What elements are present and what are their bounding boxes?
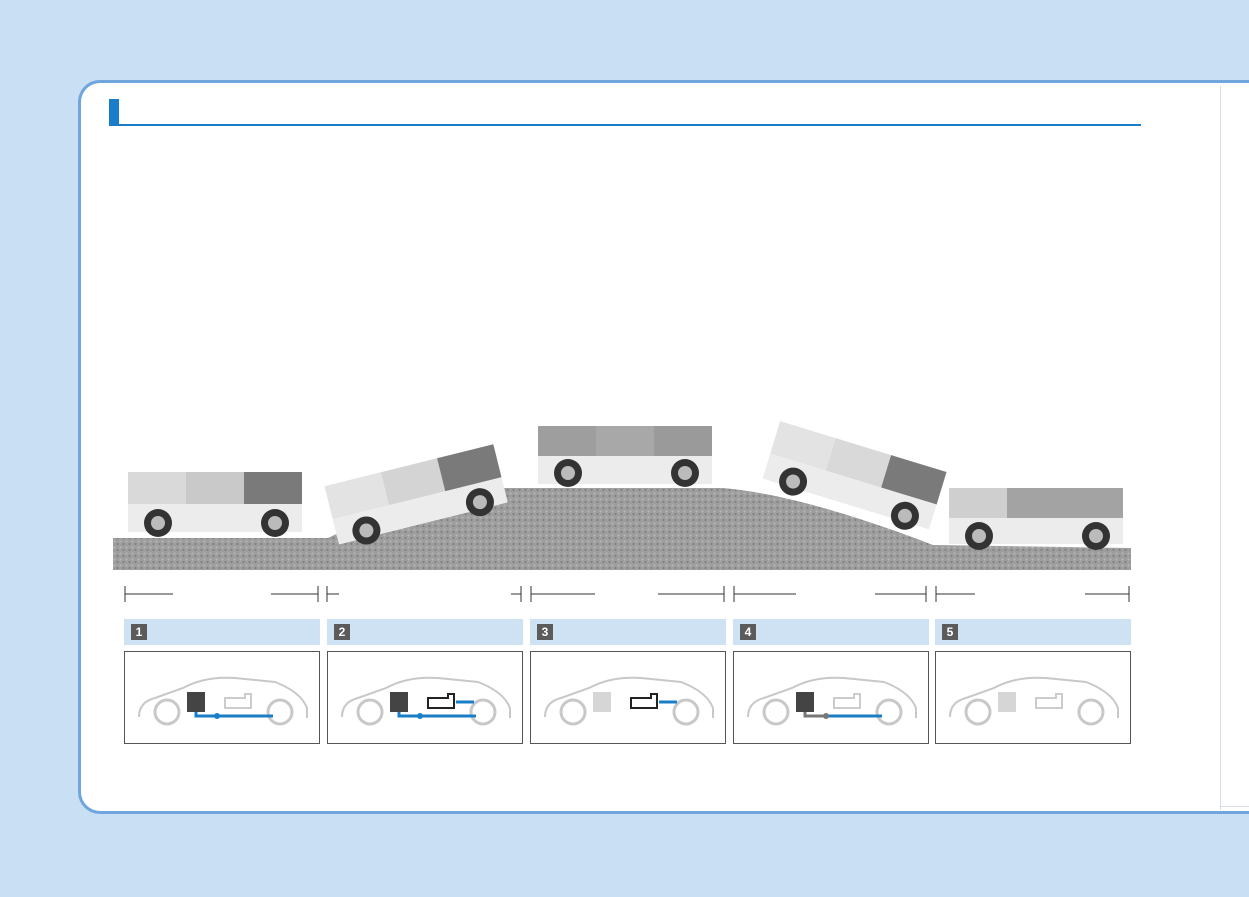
engine-icon (833, 693, 861, 709)
engine-icon (427, 693, 455, 709)
stage-4-label-bar: 4 (733, 619, 929, 645)
vehicle-5 (949, 488, 1123, 550)
stage-2-diagram (327, 651, 523, 744)
battery-icon (390, 692, 408, 712)
stage-1-label-bar: 1 (124, 619, 320, 645)
power-flow (194, 712, 273, 718)
engine-icon (1035, 693, 1063, 709)
page-side-rule (1220, 86, 1221, 810)
car-outline-icon (949, 676, 1119, 718)
stage-4-number: 4 (740, 624, 756, 640)
vehicle-3 (538, 426, 712, 487)
hill-driving-scene (113, 421, 1131, 570)
engine-icon (224, 693, 252, 709)
stage-1-diagram (124, 651, 320, 744)
car-outline-icon (341, 676, 511, 718)
stage-5-number: 5 (942, 624, 958, 640)
stage-3-label-bar: 3 (530, 619, 726, 645)
power-flow (803, 712, 826, 718)
battery-icon (796, 692, 814, 712)
stage-5-label-bar: 5 (935, 619, 1131, 645)
section-header-rule (109, 124, 1141, 126)
section-header-marker (109, 99, 119, 125)
car-outline-icon (544, 676, 714, 718)
stage-3-number: 3 (537, 624, 553, 640)
vehicle-1 (128, 472, 302, 537)
stage-1-number: 1 (131, 624, 147, 640)
stage-timeline (124, 586, 1130, 602)
page-side-rule-bottom (1220, 806, 1249, 807)
stage-2-label-bar: 2 (327, 619, 523, 645)
stage-2-number: 2 (334, 624, 350, 640)
engine-icon (630, 693, 658, 709)
car-outline-icon (747, 676, 917, 718)
car-outline-icon (138, 676, 308, 718)
stage-3-diagram (530, 651, 726, 744)
battery-icon (593, 692, 611, 712)
stage-4-diagram (733, 651, 929, 744)
battery-icon (998, 692, 1016, 712)
battery-icon (187, 692, 205, 712)
stage-5-diagram (935, 651, 1131, 744)
